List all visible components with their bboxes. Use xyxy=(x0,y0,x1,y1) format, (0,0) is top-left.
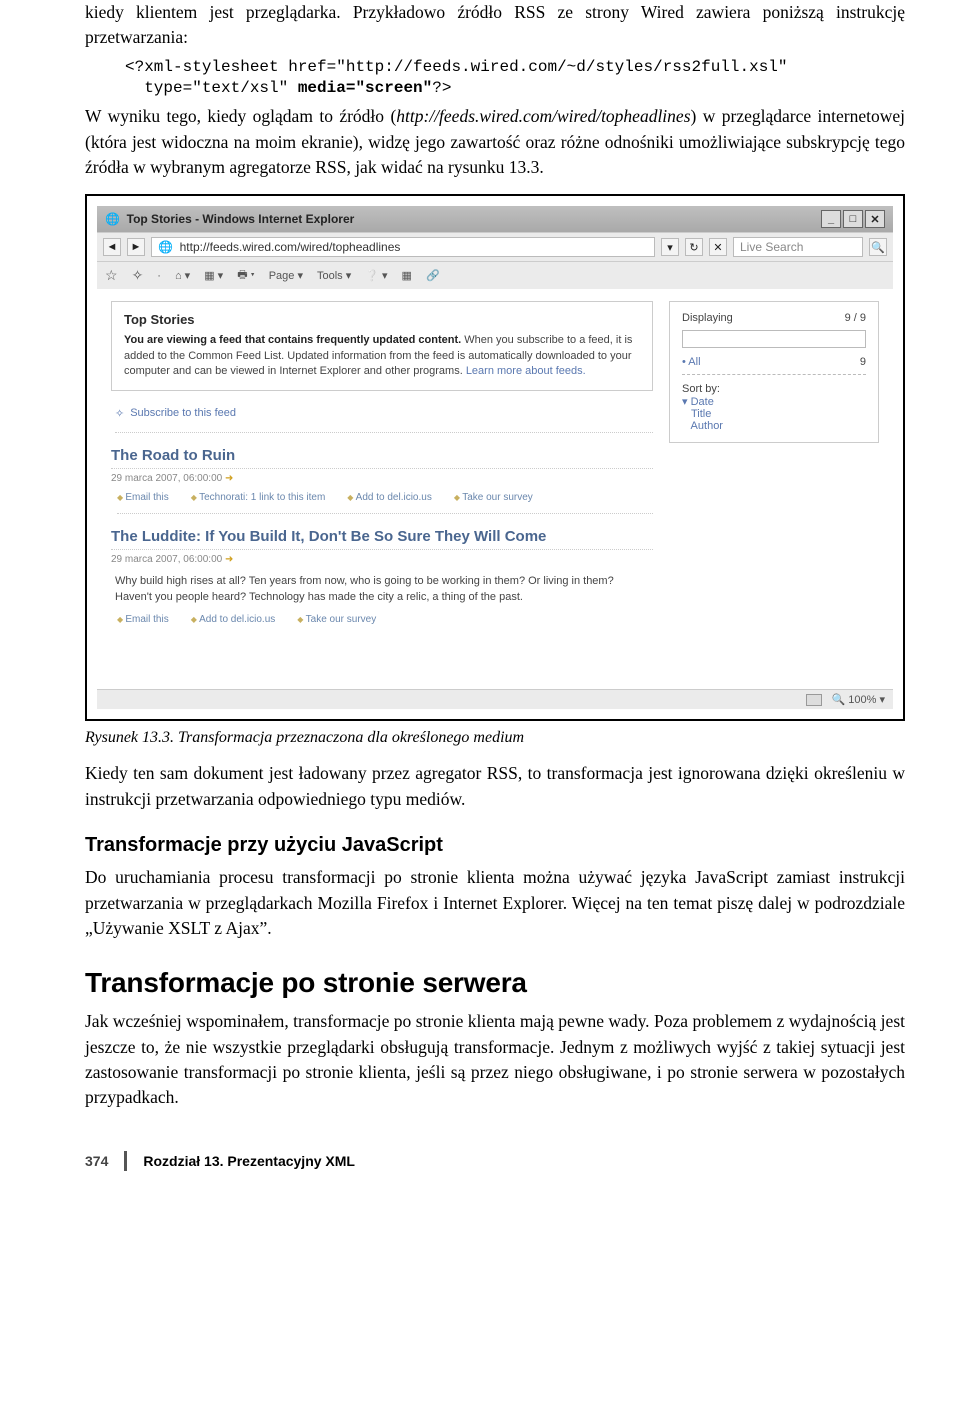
sort-section: Sort by: ▾ Date Title Author xyxy=(682,383,866,432)
toolbar-extra-2-icon[interactable]: 🔗 xyxy=(426,269,440,282)
sort-title[interactable]: Title xyxy=(682,408,866,420)
displaying-row: Displaying 9 / 9 xyxy=(682,312,866,324)
arrow-icon[interactable]: ➜ xyxy=(225,554,233,565)
ie-window: 🌐 Top Stories - Windows Internet Explore… xyxy=(97,206,893,709)
ie-title-bar: 🌐 Top Stories - Windows Internet Explore… xyxy=(97,206,893,232)
search-input[interactable]: Live Search xyxy=(733,237,863,257)
all-row[interactable]: • All 9 xyxy=(682,356,866,368)
toolbar-print-icon[interactable]: 🖶 ▾ xyxy=(237,266,255,285)
paragraph-after-figure: Kiedy ten sam dokument jest ładowany prz… xyxy=(85,761,905,812)
intro-paragraph-2: W wyniku tego, kiedy oglądam to źródło (… xyxy=(85,104,905,180)
entry-2-date: 29 marca 2007, 06:00:00 ➜ xyxy=(111,554,653,565)
action-technorati[interactable]: Technorati: 1 link to this item xyxy=(191,492,326,503)
displaying-label: Displaying xyxy=(682,312,733,324)
sort-author[interactable]: Author xyxy=(682,420,866,432)
code-line-2c: ?> xyxy=(432,79,451,97)
url-input[interactable]: 🌐 http://feeds.wired.com/wired/topheadli… xyxy=(151,237,655,257)
entry-2-snippet: Why build high rises at all? Ten years f… xyxy=(115,573,653,606)
action-email[interactable]: Email this xyxy=(117,614,169,625)
entry-2-title-link[interactable]: The Luddite: If You Build It, Don't Be S… xyxy=(111,528,653,550)
maximize-button[interactable]: □ xyxy=(843,210,863,228)
paragraph-server: Jak wcześniej wspominałem, transformacje… xyxy=(85,1009,905,1111)
figure-box: 🌐 Top Stories - Windows Internet Explore… xyxy=(85,194,905,721)
favorites-add-icon[interactable]: ☆ xyxy=(105,267,118,284)
close-button[interactable]: ✕ xyxy=(865,210,885,228)
ie-address-bar: ◄ ► 🌐 http://feeds.wired.com/wired/tophe… xyxy=(97,232,893,261)
heading-javascript: Transformacje przy użyciu JavaScript xyxy=(85,834,905,857)
subscribe-icon: ✧ xyxy=(115,407,124,420)
favorites-center-icon[interactable]: ✧ xyxy=(132,267,144,284)
entry-1-title-link[interactable]: The Road to Ruin xyxy=(111,447,653,469)
figure-caption: Rysunek 13.3. Transformacja przeznaczona… xyxy=(85,729,905,747)
sort-date[interactable]: ▾ Date xyxy=(682,395,866,408)
action-survey[interactable]: Take our survey xyxy=(454,492,533,503)
feed-sidebar: Displaying 9 / 9 • All 9 Sort by: ▾ Date xyxy=(669,301,879,689)
action-delicious[interactable]: Add to del.icio.us xyxy=(347,492,432,503)
page-number: 374 xyxy=(85,1153,108,1169)
toolbar-tools-menu[interactable]: Tools ▾ xyxy=(317,269,351,282)
chapter-label: Rozdział 13. Prezentacyjny XML xyxy=(143,1153,355,1169)
forward-button[interactable]: ► xyxy=(127,238,145,256)
page-footer: 374 Rozdział 13. Prezentacyjny XML xyxy=(85,1151,905,1171)
toolbar-page-menu[interactable]: Page ▾ xyxy=(269,269,303,282)
ie-title-text: Top Stories - Windows Internet Explorer xyxy=(127,212,355,226)
feed-title: Top Stories xyxy=(124,312,640,327)
sidebar-box: Displaying 9 / 9 • All 9 Sort by: ▾ Date xyxy=(669,301,879,443)
code-line-2b: media="screen" xyxy=(298,79,432,97)
toolbar-sep: · xyxy=(157,270,161,282)
action-survey[interactable]: Take our survey xyxy=(297,614,376,625)
toolbar-home-icon[interactable]: ⌂ ▾ xyxy=(175,269,190,282)
learn-more-link[interactable]: Learn more about feeds. xyxy=(466,365,586,377)
toolbar-help-icon[interactable]: ❔ ▾ xyxy=(365,269,387,282)
zoom-indicator[interactable]: 🔍 100% ▾ xyxy=(832,693,885,706)
feed-main-column: Top Stories You are viewing a feed that … xyxy=(111,301,653,689)
filter-input[interactable] xyxy=(682,330,866,348)
code-line-1: <?xml-stylesheet href="http://feeds.wire… xyxy=(125,58,788,76)
stop-button[interactable]: ✕ xyxy=(709,238,727,256)
entry-2-actions: Email this Add to del.icio.us Take our s… xyxy=(117,614,653,635)
feed-entry-1: The Road to Ruin 29 marca 2007, 06:00:00… xyxy=(111,447,653,484)
refresh-button[interactable]: ↻ xyxy=(685,238,703,256)
heading-server: Transformacje po stronie serwera xyxy=(85,967,905,999)
arrow-icon[interactable]: ➜ xyxy=(225,473,233,484)
toolbar-feed-icon[interactable]: ▦ ▾ xyxy=(204,269,223,282)
ie-status-bar: 🔍 100% ▾ xyxy=(97,689,893,709)
action-email[interactable]: Email this xyxy=(117,492,169,503)
intro-paragraph-1: kiedy klientem jest przeglądarka. Przykł… xyxy=(85,0,905,51)
toolbar-extra-1-icon[interactable]: ▦ xyxy=(402,269,412,282)
code-block: <?xml-stylesheet href="http://feeds.wire… xyxy=(125,57,905,99)
entry-1-date: 29 marca 2007, 06:00:00 ➜ xyxy=(111,473,653,484)
search-go-button[interactable]: 🔍 xyxy=(869,238,887,256)
entry-1-actions: Email this Technorati: 1 link to this it… xyxy=(117,492,653,514)
feed-intro: You are viewing a feed that contains fre… xyxy=(124,333,640,379)
paragraph-javascript: Do uruchamiania procesu transformacji po… xyxy=(85,865,905,941)
zone-icon xyxy=(806,694,822,706)
footer-separator xyxy=(124,1151,127,1171)
sort-by-label: Sort by: xyxy=(682,383,866,395)
ie-favicon: 🌐 xyxy=(105,212,120,226)
feed-entry-2: The Luddite: If You Build It, Don't Be S… xyxy=(111,528,653,606)
minimize-button[interactable]: _ xyxy=(821,210,841,228)
window-buttons: _ □ ✕ xyxy=(821,210,885,228)
feed-notice-box: Top Stories You are viewing a feed that … xyxy=(111,301,653,390)
displaying-value: 9 / 9 xyxy=(845,312,866,324)
ie-content: Top Stories You are viewing a feed that … xyxy=(97,289,893,689)
back-button[interactable]: ◄ xyxy=(103,238,121,256)
subscribe-link[interactable]: ✧ Subscribe to this feed xyxy=(115,407,653,433)
action-delicious[interactable]: Add to del.icio.us xyxy=(191,614,276,625)
url-dropdown[interactable]: ▾ xyxy=(661,238,679,256)
ie-toolbar: ☆ ✧ · ⌂ ▾ ▦ ▾ 🖶 ▾ Page ▾ Tools ▾ ❔ ▾ ▦ 🔗 xyxy=(97,261,893,289)
sidebar-separator xyxy=(682,374,866,375)
code-line-2a: type="text/xsl" xyxy=(125,79,298,97)
